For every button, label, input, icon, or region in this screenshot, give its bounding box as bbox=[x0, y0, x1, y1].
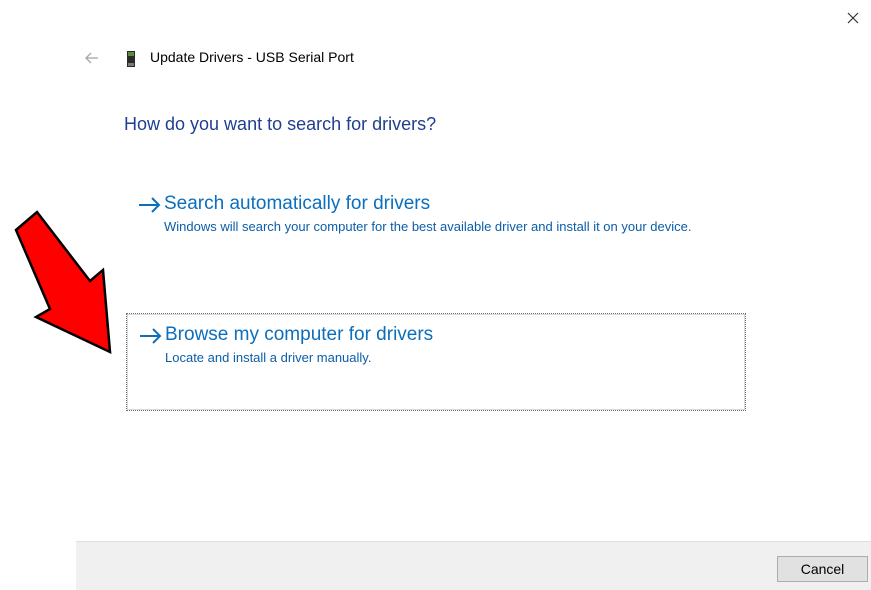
cancel-button[interactable]: Cancel bbox=[777, 556, 868, 582]
update-drivers-window: Update Drivers - USB Serial Port How do … bbox=[0, 0, 871, 590]
search-automatically-option[interactable]: Search automatically for drivers Windows… bbox=[126, 183, 746, 275]
page-heading: How do you want to search for drivers? bbox=[124, 114, 437, 134]
arrow-right-icon bbox=[140, 328, 162, 344]
usb-device-icon bbox=[127, 51, 135, 67]
red-arrow-icon bbox=[14, 210, 112, 355]
arrow-right-icon bbox=[139, 197, 161, 213]
browse-computer-option[interactable]: Browse my computer for drivers Locate an… bbox=[126, 313, 746, 411]
close-icon bbox=[847, 12, 859, 24]
option-title: Browse my computer for drivers bbox=[165, 324, 434, 345]
window-title: Update Drivers - USB Serial Port bbox=[150, 49, 354, 65]
close-button[interactable] bbox=[837, 4, 869, 32]
back-button[interactable] bbox=[82, 47, 102, 69]
option-title: Search automatically for drivers bbox=[164, 193, 431, 214]
option-description: Locate and install a driver manually. bbox=[165, 350, 372, 365]
option-description: Windows will search your computer for th… bbox=[164, 219, 692, 234]
dialog-footer: Cancel bbox=[76, 541, 871, 590]
back-arrow-icon bbox=[85, 52, 98, 64]
